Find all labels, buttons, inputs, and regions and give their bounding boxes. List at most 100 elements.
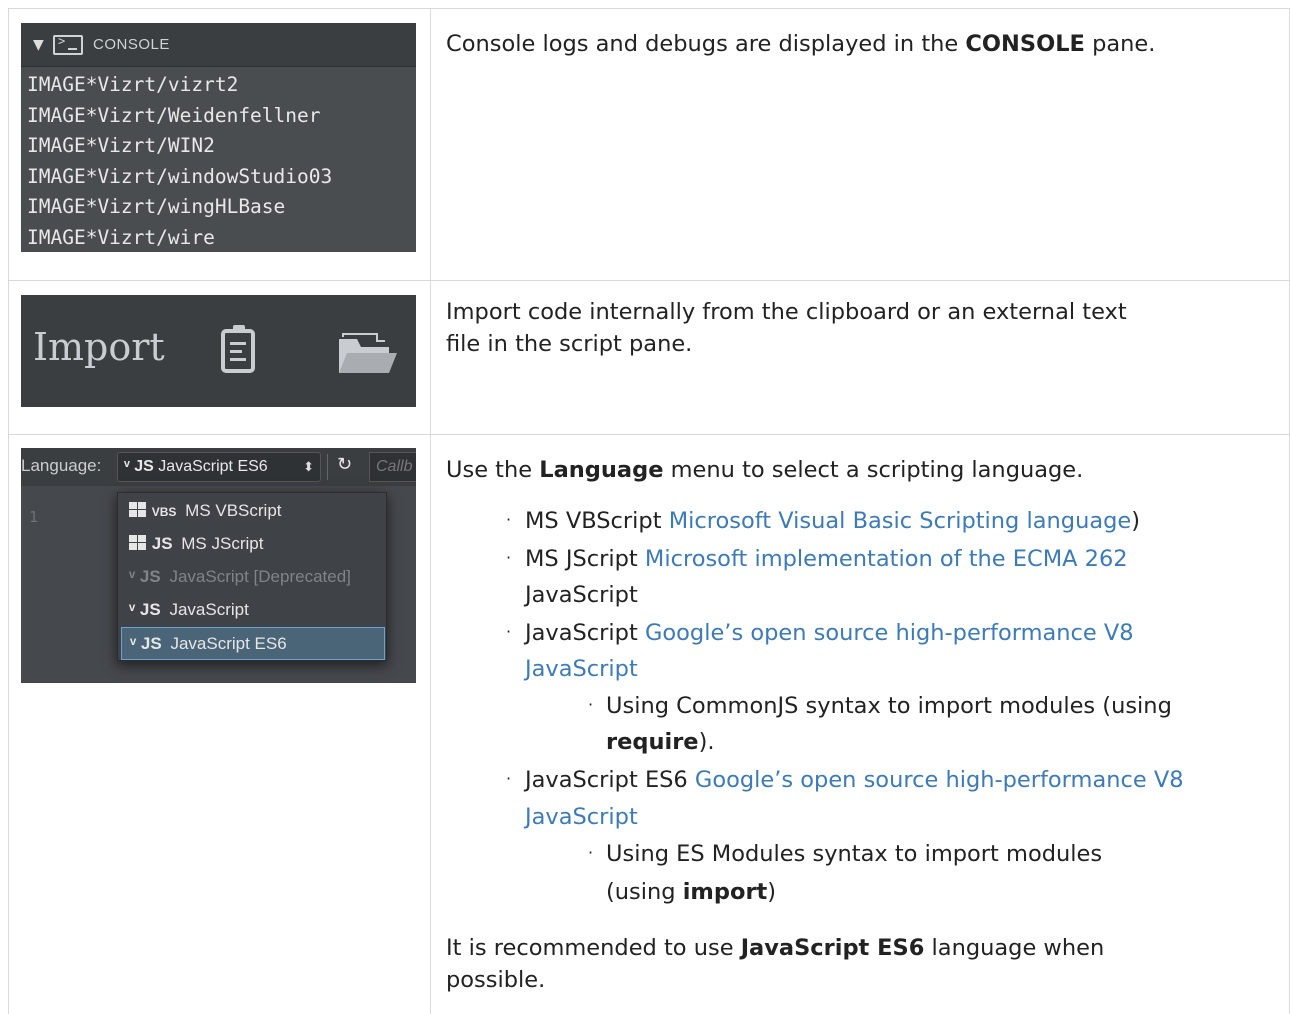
- text: JavaScript: [525, 620, 645, 646]
- table-row-divider: [8, 434, 1290, 435]
- language-option-ms-jscript[interactable]: JS MS JScript: [121, 528, 385, 561]
- text: menu to select a scripting language.: [663, 457, 1084, 483]
- v8-icon: ᵛ: [129, 567, 140, 586]
- bullet-icon: ·: [506, 510, 512, 529]
- text: Import code internally from the clipboar…: [446, 299, 1127, 325]
- select-arrows-icon: ⬍: [303, 459, 314, 474]
- text: ): [767, 879, 777, 905]
- toolbar-separator: [327, 454, 328, 480]
- table-row-divider: [8, 280, 1290, 281]
- bold-text: JavaScript ES6: [740, 935, 925, 961]
- js-icon: JS: [151, 534, 173, 553]
- clipboard-icon[interactable]: [221, 325, 255, 373]
- refresh-icon[interactable]: ↻: [337, 454, 352, 475]
- link-v8[interactable]: Google’s open source high-performance V8: [645, 620, 1134, 646]
- import-label: Import: [33, 325, 165, 369]
- text: MS JScript: [525, 546, 645, 572]
- windows-icon: [129, 535, 147, 551]
- text: Use the: [446, 457, 540, 483]
- text: file in the script pane.: [446, 331, 693, 357]
- console-line: IMAGE*Vizrt/windowStudio03: [27, 164, 333, 188]
- language-toolbar: Language: ᵛ JS JavaScript ES6 ⬍ ↻ Callb: [21, 448, 416, 486]
- bold-text: require: [606, 729, 699, 755]
- sub-list-item: Using CommonJS syntax to import modules …: [606, 693, 1172, 719]
- console-title: CONSOLE: [93, 36, 170, 53]
- text: possible.: [446, 967, 546, 993]
- console-line: IMAGE*Vizrt/Weidenfellner: [27, 103, 321, 127]
- option-label: JavaScript [Deprecated]: [169, 567, 351, 586]
- table-border-left: [8, 8, 9, 1014]
- js-icon: JS: [140, 634, 162, 653]
- console-output: IMAGE*Vizrt/vizrt2 IMAGE*Vizrt/Weidenfel…: [21, 67, 416, 253]
- bold-text: Language: [539, 457, 664, 483]
- terminal-icon: >: [53, 34, 83, 55]
- bold-text: CONSOLE: [965, 31, 1085, 57]
- list-item: JavaScript ES6 Google’s open source high…: [525, 764, 1184, 796]
- text: MS VBScript: [525, 508, 669, 534]
- link-vbscript[interactable]: Microsoft Visual Basic Scripting languag…: [669, 508, 1132, 534]
- js-icon: JS: [139, 567, 161, 586]
- language-caption: Language:: [21, 456, 102, 475]
- collapse-triangle-icon: ▼: [33, 36, 44, 53]
- documentation-table: ▼ > CONSOLE IMAGE*Vizrt/vizrt2 IMAGE*Viz…: [0, 0, 1290, 1014]
- table-column-divider: [430, 8, 431, 1014]
- text: pane.: [1084, 31, 1156, 57]
- sub-list-item-continuation: (using import): [606, 876, 776, 908]
- language-intro: Use the Language menu to select a script…: [446, 454, 1083, 486]
- language-option-javascript-es6[interactable]: ᵛ JS JavaScript ES6: [121, 627, 385, 660]
- option-label: JavaScript: [169, 600, 249, 619]
- link-jscript[interactable]: Microsoft implementation of the ECMA 262: [645, 546, 1128, 572]
- option-label: JavaScript ES6: [170, 634, 287, 653]
- v8-icon: ᵛ: [129, 600, 140, 619]
- list-item: JavaScript Google’s open source high-per…: [525, 617, 1134, 649]
- js-icon: ᵛ JS: [124, 458, 154, 475]
- link-v8-continuation[interactable]: JavaScript: [525, 653, 638, 685]
- sub-list-item-continuation: require).: [606, 726, 715, 758]
- table-border-top: [8, 8, 1290, 9]
- option-label: MS VBScript: [185, 501, 282, 520]
- recommendation-text: It is recommended to use JavaScript ES6 …: [446, 932, 1104, 996]
- language-select[interactable]: ᵛ JS JavaScript ES6 ⬍: [117, 452, 321, 482]
- text: ).: [698, 729, 715, 755]
- text: It is recommended to use: [446, 935, 741, 961]
- language-option-javascript-deprecated: ᵛ JS JavaScript [Deprecated]: [121, 561, 385, 594]
- text: ): [1131, 508, 1141, 534]
- import-panel-screenshot: Import: [21, 295, 416, 407]
- sub-list-item: Using ES Modules syntax to import module…: [606, 841, 1103, 867]
- option-label: MS JScript: [181, 534, 264, 553]
- console-header: ▼ > CONSOLE: [21, 23, 416, 67]
- list-item: MS JScript Microsoft implementation of t…: [525, 543, 1128, 575]
- js-icon: JS: [139, 600, 161, 619]
- import-description: Import code internally from the clipboar…: [446, 296, 1127, 360]
- link-v8-es6-continuation[interactable]: JavaScript: [525, 801, 638, 833]
- text: Console logs and debugs are displayed in…: [446, 31, 966, 57]
- list-item: MS VBScript Microsoft Visual Basic Scrip…: [525, 505, 1140, 537]
- console-line: IMAGE*Vizrt/wire: [27, 225, 215, 249]
- language-dropdown-menu: VBS MS VBScript JS MS JScript ᵛ JS JavaS…: [117, 492, 387, 661]
- bullet-icon: ·: [506, 622, 512, 641]
- bullet-icon: ·: [588, 843, 594, 862]
- bold-text: import: [682, 879, 768, 905]
- console-line: IMAGE*Vizrt/vizrt2: [27, 73, 239, 96]
- language-option-ms-vbscript[interactable]: VBS MS VBScript: [121, 495, 385, 528]
- callback-input[interactable]: Callb: [369, 452, 416, 482]
- bullet-icon: ·: [588, 695, 594, 714]
- list-item-continuation: JavaScript: [525, 582, 638, 608]
- console-panel-screenshot: ▼ > CONSOLE IMAGE*Vizrt/vizrt2 IMAGE*Viz…: [21, 23, 416, 252]
- text: (using: [606, 879, 683, 905]
- bullet-icon: ·: [506, 548, 512, 567]
- line-number: 1: [29, 508, 39, 526]
- text: JavaScript ES6: [525, 767, 695, 793]
- v8-icon: ᵛ: [130, 634, 141, 653]
- link-v8-es6[interactable]: Google’s open source high-performance V8: [695, 767, 1184, 793]
- language-panel-screenshot: Language: ᵛ JS JavaScript ES6 ⬍ ↻ Callb …: [21, 448, 416, 683]
- text: language when: [924, 935, 1105, 961]
- windows-icon: [129, 502, 147, 518]
- language-selected-value: JavaScript ES6: [158, 458, 268, 475]
- console-line: IMAGE*Vizrt/WIN2: [27, 134, 215, 157]
- console-line: IMAGE*Vizrt/wingHLBase: [27, 195, 286, 218]
- folder-open-icon[interactable]: [337, 333, 399, 375]
- bullet-icon: ·: [506, 769, 512, 788]
- language-option-javascript[interactable]: ᵛ JS JavaScript: [121, 594, 385, 627]
- vbs-icon: VBS: [151, 505, 177, 519]
